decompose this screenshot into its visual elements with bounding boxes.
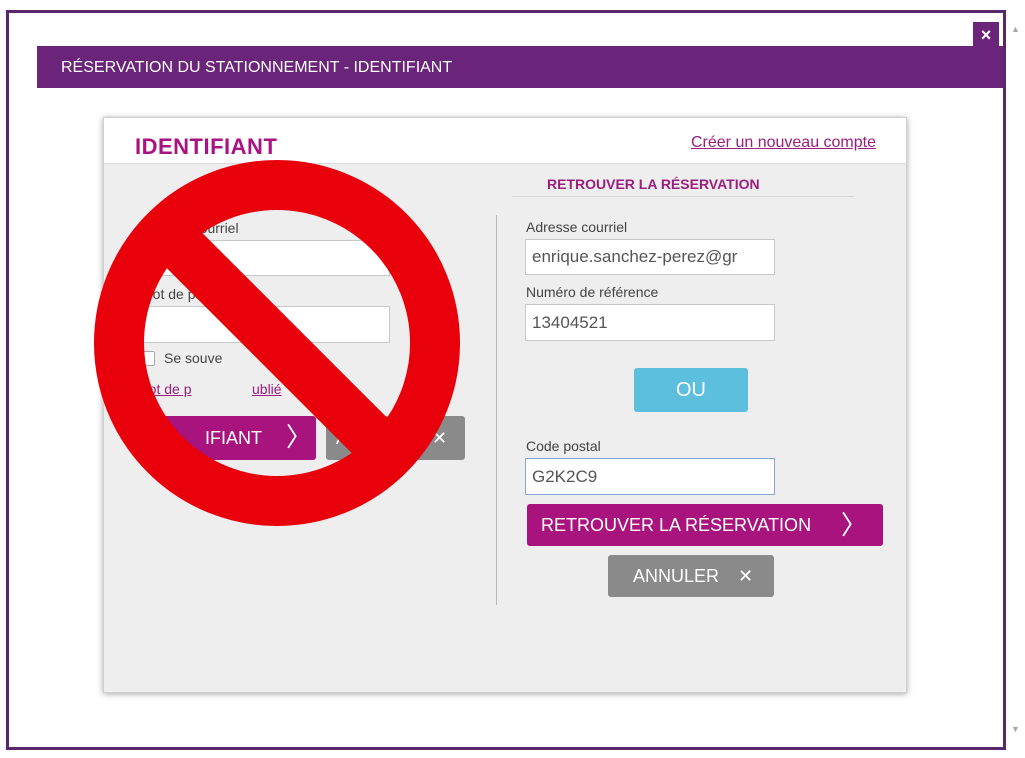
- chevron-right-icon: 〉: [841, 510, 868, 540]
- find-email-input[interactable]: enrique.sanchez-perez@gr: [525, 239, 775, 275]
- find-cancel-button[interactable]: ANNULER ✕: [608, 555, 774, 597]
- find-reservation-label: RETROUVER LA RÉSERVATION: [541, 515, 812, 535]
- find-email-label: Adresse courriel: [526, 219, 628, 235]
- or-button[interactable]: OU: [634, 368, 748, 412]
- prohibition-sign-icon: [94, 160, 460, 526]
- postal-code-label: Code postal: [526, 438, 601, 454]
- scroll-up-arrow-icon[interactable]: ▲: [1006, 22, 1025, 36]
- section-rule: [512, 196, 854, 197]
- find-reservation-button[interactable]: RETROUVER LA RÉSERVATION 〉: [527, 504, 883, 546]
- close-button[interactable]: ×: [973, 22, 999, 48]
- reference-label: Numéro de référence: [526, 284, 659, 300]
- column-divider: [496, 215, 497, 605]
- find-reservation-heading: RETROUVER LA RÉSERVATION: [547, 176, 760, 192]
- scroll-down-arrow-icon[interactable]: ▼: [1006, 722, 1025, 736]
- reference-input[interactable]: 13404521: [525, 304, 775, 341]
- create-account-link[interactable]: Créer un nouveau compte: [691, 134, 876, 152]
- find-cancel-label: ANNULER: [633, 566, 720, 586]
- dialog-title: RÉSERVATION DU STATIONNEMENT - IDENTIFIA…: [37, 46, 1003, 88]
- postal-code-input[interactable]: G2K2C9: [525, 458, 775, 495]
- scrollbar[interactable]: ▲ ▼: [1006, 22, 1025, 750]
- close-x-icon: ✕: [738, 566, 754, 586]
